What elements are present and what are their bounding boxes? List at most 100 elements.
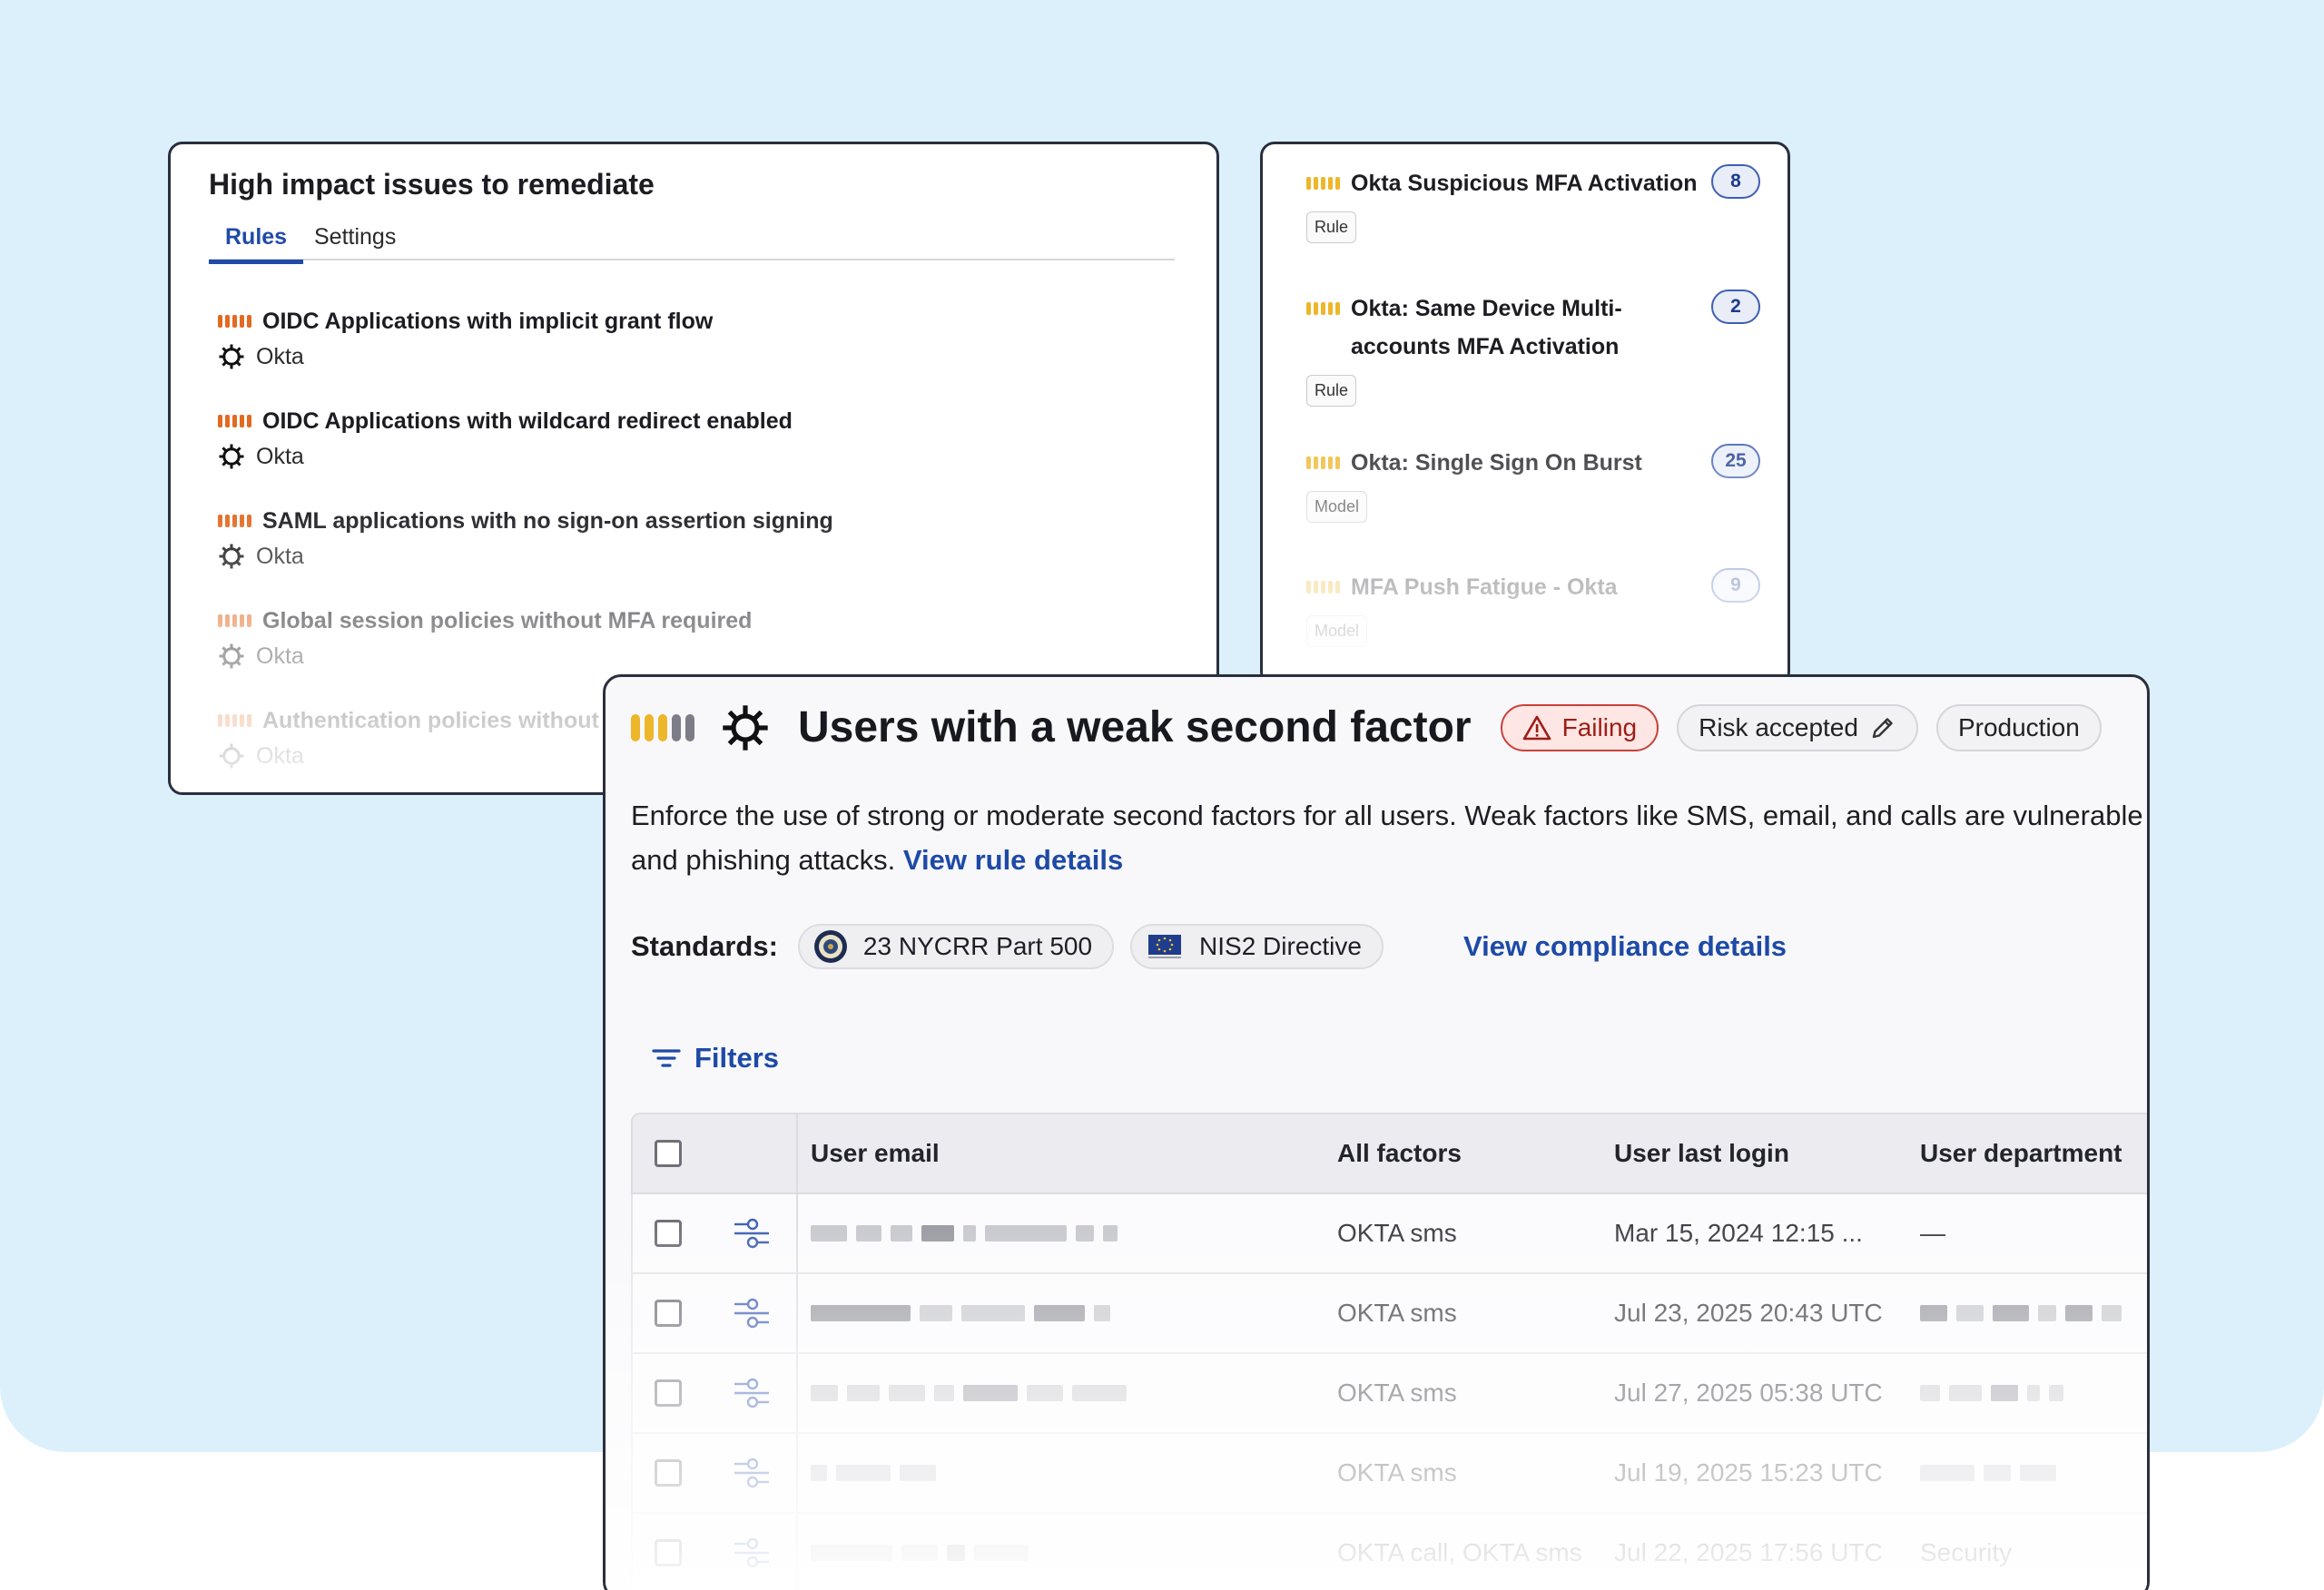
- users-table: User email All factors User last login U…: [631, 1113, 2147, 1590]
- select-all-checkbox[interactable]: [655, 1140, 682, 1167]
- identity-graph-icon[interactable]: [733, 1377, 771, 1409]
- table-row[interactable]: OKTA sms Jul 27, 2025 05:38 UTC: [631, 1354, 2147, 1434]
- table-row[interactable]: OKTA sms Jul 23, 2025 20:43 UTC: [631, 1274, 2147, 1354]
- row-checkbox[interactable]: [655, 1300, 682, 1327]
- okta-icon: [219, 643, 244, 669]
- rule-header: Users with a weak second factor Failing …: [631, 702, 2102, 752]
- severity-icon: [1306, 581, 1340, 594]
- view-compliance-details-link[interactable]: View compliance details: [1463, 930, 1787, 963]
- redacted-email: [811, 1225, 1118, 1242]
- issues-title: High impact issues to remediate: [209, 168, 655, 201]
- redacted-email: [811, 1385, 1127, 1401]
- standard-name: 23 NYCRR Part 500: [862, 932, 1093, 960]
- cell-factors: OKTA call, OKTA sms: [1337, 1538, 1582, 1566]
- cell-last-login: Jul 19, 2025 15:23 UTC: [1614, 1458, 1883, 1487]
- issue-item[interactable]: Global session policies without MFA requ…: [218, 604, 752, 674]
- severity-icon: [1306, 177, 1340, 190]
- alert-count-badge: 8: [1711, 164, 1760, 199]
- standard-nycrr[interactable]: 23 NYCRR Part 500: [797, 924, 1115, 969]
- row-checkbox[interactable]: [655, 1539, 682, 1566]
- row-checkbox[interactable]: [655, 1379, 682, 1407]
- redacted-email: [811, 1305, 1110, 1321]
- cell-factors: OKTA sms: [1337, 1458, 1457, 1487]
- issue-item[interactable]: SAML applications with no sign-on assert…: [218, 504, 833, 574]
- risk-label: Risk accepted: [1699, 712, 1858, 741]
- tab-rules[interactable]: Rules: [209, 224, 304, 264]
- column-header-email[interactable]: User email: [811, 1114, 940, 1192]
- identity-graph-icon[interactable]: [733, 1297, 771, 1330]
- alert-title: MFA Push Fatigue - Okta: [1351, 574, 1618, 600]
- issue-source: Okta: [256, 543, 304, 569]
- okta-icon: [219, 344, 244, 369]
- column-divider: [796, 1194, 798, 1272]
- redacted-department: [1920, 1465, 2056, 1481]
- column-header-department[interactable]: User department: [1920, 1114, 2122, 1192]
- row-checkbox[interactable]: [655, 1220, 682, 1247]
- column-divider: [796, 1114, 798, 1192]
- issue-title: OIDC Applications with wildcard redirect…: [262, 407, 793, 434]
- issue-item[interactable]: OIDC Applications with implicit grant fl…: [218, 304, 713, 375]
- cell-factors: OKTA sms: [1337, 1299, 1457, 1327]
- issue-source: Okta: [256, 643, 304, 669]
- alert-item[interactable]: MFA Push Fatigue - Okta 9 Model: [1306, 568, 1760, 647]
- alert-count-badge: 9: [1711, 568, 1760, 603]
- issue-title: OIDC Applications with implicit grant fl…: [262, 308, 714, 334]
- row-checkbox[interactable]: [655, 1459, 682, 1487]
- issue-title: SAML applications with no sign-on assert…: [262, 507, 833, 534]
- cell-last-login: Mar 15, 2024 12:15 ...: [1614, 1219, 1863, 1247]
- environment-badge[interactable]: Production: [1935, 703, 2102, 751]
- alert-item[interactable]: Okta Suspicious MFA Activation 8 Rule: [1306, 164, 1760, 243]
- table-row[interactable]: OKTA call, OKTA sms Jul 22, 2025 17:56 U…: [631, 1514, 2147, 1590]
- risk-accepted-button[interactable]: Risk accepted: [1677, 703, 1918, 751]
- redacted-department: [1920, 1305, 2122, 1321]
- cell-last-login: Jul 22, 2025 17:56 UTC: [1614, 1538, 1883, 1566]
- okta-icon: [723, 704, 768, 751]
- redacted-email: [811, 1465, 936, 1481]
- redacted-email: [811, 1545, 1029, 1561]
- standard-name: NIS2 Directive: [1199, 932, 1362, 960]
- alert-item[interactable]: Okta: Single Sign On Burst 25 Model: [1306, 444, 1760, 523]
- okta-icon: [219, 444, 244, 469]
- cell-last-login: Jul 23, 2025 20:43 UTC: [1614, 1299, 1883, 1327]
- okta-icon: [219, 544, 244, 569]
- rule-description: Enforce the use of strong or moderate se…: [631, 793, 2147, 882]
- alert-count-badge: 2: [1711, 290, 1760, 324]
- issue-item[interactable]: Authentication policies without p Okta: [218, 703, 619, 774]
- filters-button[interactable]: Filters: [651, 1042, 779, 1075]
- issue-item[interactable]: OIDC Applications with wildcard redirect…: [218, 404, 793, 475]
- column-divider: [796, 1434, 798, 1512]
- alert-kind-tag: Model: [1306, 615, 1368, 647]
- tab-settings[interactable]: Settings: [314, 224, 396, 260]
- cell-last-login: Jul 27, 2025 05:38 UTC: [1614, 1379, 1883, 1407]
- alert-item[interactable]: Okta: Same Device Multi-accounts MFA Act…: [1306, 290, 1760, 407]
- issue-source: Okta: [256, 343, 304, 369]
- table-row[interactable]: OKTA sms Mar 15, 2024 12:15 ... —: [631, 1194, 2147, 1274]
- alert-count-badge: 25: [1711, 444, 1760, 478]
- standard-nis2[interactable]: NIS2 Directive: [1130, 924, 1384, 969]
- table-header: User email All factors User last login U…: [631, 1113, 2147, 1194]
- alert-title: Okta: Single Sign On Burst: [1351, 450, 1642, 476]
- severity-icon: [218, 315, 251, 328]
- identity-graph-icon[interactable]: [733, 1457, 771, 1489]
- cell-factors: OKTA sms: [1337, 1379, 1457, 1407]
- severity-icon: [218, 415, 251, 427]
- redacted-department: [1920, 1385, 2063, 1401]
- issue-title: Authentication policies without p: [262, 707, 620, 733]
- status-label: Failing: [1561, 712, 1638, 741]
- rule-detail-card: Users with a weak second factor Failing …: [603, 674, 2150, 1590]
- cell-department: Security: [1920, 1538, 2013, 1566]
- view-rule-details-link[interactable]: View rule details: [903, 844, 1123, 876]
- description-line-1: Enforce the use of strong or moderate se…: [631, 800, 2143, 831]
- identity-graph-icon[interactable]: [733, 1536, 771, 1569]
- column-divider: [796, 1354, 798, 1432]
- issue-source: Okta: [256, 742, 304, 769]
- table-row[interactable]: OKTA sms Jul 19, 2025 15:23 UTC: [631, 1434, 2147, 1514]
- okta-icon: [219, 743, 244, 769]
- status-badge[interactable]: Failing: [1500, 703, 1659, 751]
- column-header-factors[interactable]: All factors: [1337, 1114, 1462, 1192]
- alerts-card: Okta Suspicious MFA Activation 8 Rule Ok…: [1260, 142, 1790, 686]
- identity-graph-icon[interactable]: [733, 1217, 771, 1250]
- column-header-last-login[interactable]: User last login: [1614, 1114, 1789, 1192]
- cell-department: —: [1920, 1219, 1945, 1247]
- standards-label: Standards:: [631, 930, 778, 962]
